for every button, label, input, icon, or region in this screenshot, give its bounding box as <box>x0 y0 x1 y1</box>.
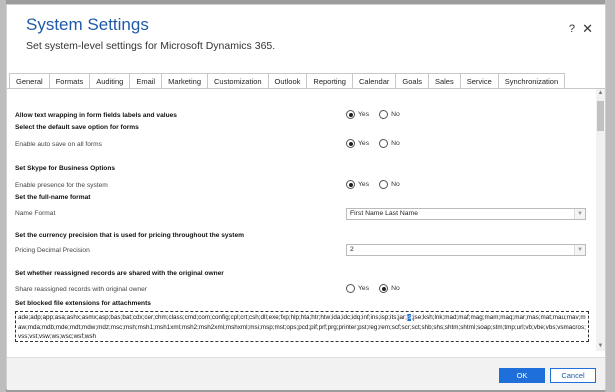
tab-service[interactable]: Service <box>459 73 499 89</box>
skype-heading: Set Skype for Business Options <box>15 165 116 172</box>
auto-save-no-radio[interactable] <box>379 139 389 148</box>
system-settings-dialog: System Settings Set system-level setting… <box>6 4 606 390</box>
name-format-label: Name Format <box>15 210 56 217</box>
radio-no-label: No <box>391 285 400 292</box>
tab-reporting[interactable]: Reporting <box>306 73 353 89</box>
save-option-heading: Select the default save option for forms <box>15 124 139 131</box>
wrap-text-yes-radio[interactable] <box>346 110 355 119</box>
cancel-button[interactable]: Cancel <box>550 368 596 383</box>
tab-email[interactable]: Email <box>129 73 163 89</box>
tab-goals[interactable]: Goals <box>395 73 429 89</box>
chevron-down-icon: ▼ <box>574 245 585 255</box>
scroll-down-icon[interactable]: ▼ <box>596 342 605 351</box>
close-icon[interactable]: ✕ <box>582 21 593 37</box>
blocked-extensions-heading: Set blocked file extensions for attachme… <box>15 300 151 307</box>
presence-radio-group: Yes No <box>346 180 410 189</box>
name-format-value: First Name Last Name <box>350 210 418 217</box>
presence-label: Enable presence for the system <box>15 182 108 189</box>
settings-content: Allow text wrapping in form fields label… <box>7 89 598 351</box>
share-reassigned-yes-radio[interactable] <box>346 284 355 293</box>
auto-save-label: Enable auto save on all forms <box>15 141 102 148</box>
dialog-title: System Settings <box>26 15 149 34</box>
chevron-down-icon: ▼ <box>574 209 585 219</box>
auto-save-yes-radio[interactable] <box>346 139 355 148</box>
currency-heading: Set the currency precision that is used … <box>15 232 244 239</box>
wrap-text-heading: Allow text wrapping in form fields label… <box>15 112 177 119</box>
reassigned-heading: Set whether reassigned records are share… <box>15 270 224 277</box>
radio-yes-label: Yes <box>358 285 370 292</box>
auto-save-radio-group: Yes No <box>346 139 410 148</box>
radio-no-label: No <box>391 181 400 188</box>
tab-general[interactable]: General <box>9 73 50 89</box>
ok-button[interactable]: OK <box>499 368 545 383</box>
tab-calendar[interactable]: Calendar <box>351 73 397 89</box>
share-reassigned-no-radio[interactable] <box>379 284 389 293</box>
content-scrollbar[interactable]: ▲ ▼ <box>596 89 605 351</box>
wrap-text-radio-group: Yes No <box>346 110 410 119</box>
share-reassigned-radio-group: Yes No <box>346 284 410 293</box>
full-name-heading: Set the full-name format <box>15 194 91 201</box>
pricing-precision-label: Pricing Decimal Precision <box>15 247 90 254</box>
tab-outlook[interactable]: Outlook <box>267 73 308 89</box>
scroll-up-icon[interactable]: ▲ <box>596 89 605 98</box>
pricing-precision-value: 2 <box>350 246 354 253</box>
tab-customization[interactable]: Customization <box>207 73 269 89</box>
dialog-subtitle: Set system-level settings for Microsoft … <box>26 40 276 52</box>
help-button[interactable]: ? <box>569 23 575 35</box>
radio-yes-label: Yes <box>358 181 370 188</box>
tab-formats[interactable]: Formats <box>48 73 91 89</box>
radio-yes-label: Yes <box>358 111 370 118</box>
tab-sales[interactable]: Sales <box>427 73 461 89</box>
radio-yes-label: Yes <box>358 140 370 147</box>
radio-no-label: No <box>391 140 400 147</box>
share-reassigned-label: Share reassigned records with original o… <box>15 286 147 293</box>
name-format-select[interactable]: First Name Last Name ▼ <box>346 208 586 220</box>
tab-marketing[interactable]: Marketing <box>161 73 209 89</box>
scrollbar-thumb[interactable] <box>597 101 604 131</box>
presence-yes-radio[interactable] <box>346 180 355 189</box>
blocked-text-before: ade;adp;app;asa;ashx;asmx;asp;bas;bat;cd… <box>18 314 407 321</box>
backdrop-right-strip <box>605 0 615 392</box>
radio-no-label: No <box>391 111 400 118</box>
blocked-extensions-textarea[interactable]: ade;adp;app;asa;ashx;asmx;asp;bas;bat;cd… <box>15 311 589 342</box>
dialog-header: System Settings Set system-level setting… <box>7 5 605 73</box>
presence-no-radio[interactable] <box>379 180 389 189</box>
pricing-precision-select[interactable]: 2 ▼ <box>346 244 586 256</box>
tab-auditing[interactable]: Auditing <box>89 73 131 89</box>
settings-tabs: General Formats Auditing Email Marketing… <box>7 73 566 89</box>
wrap-text-no-radio[interactable] <box>379 110 389 119</box>
tab-synchronization[interactable]: Synchronization <box>497 73 566 89</box>
dialog-footer: OK Cancel <box>7 357 605 390</box>
